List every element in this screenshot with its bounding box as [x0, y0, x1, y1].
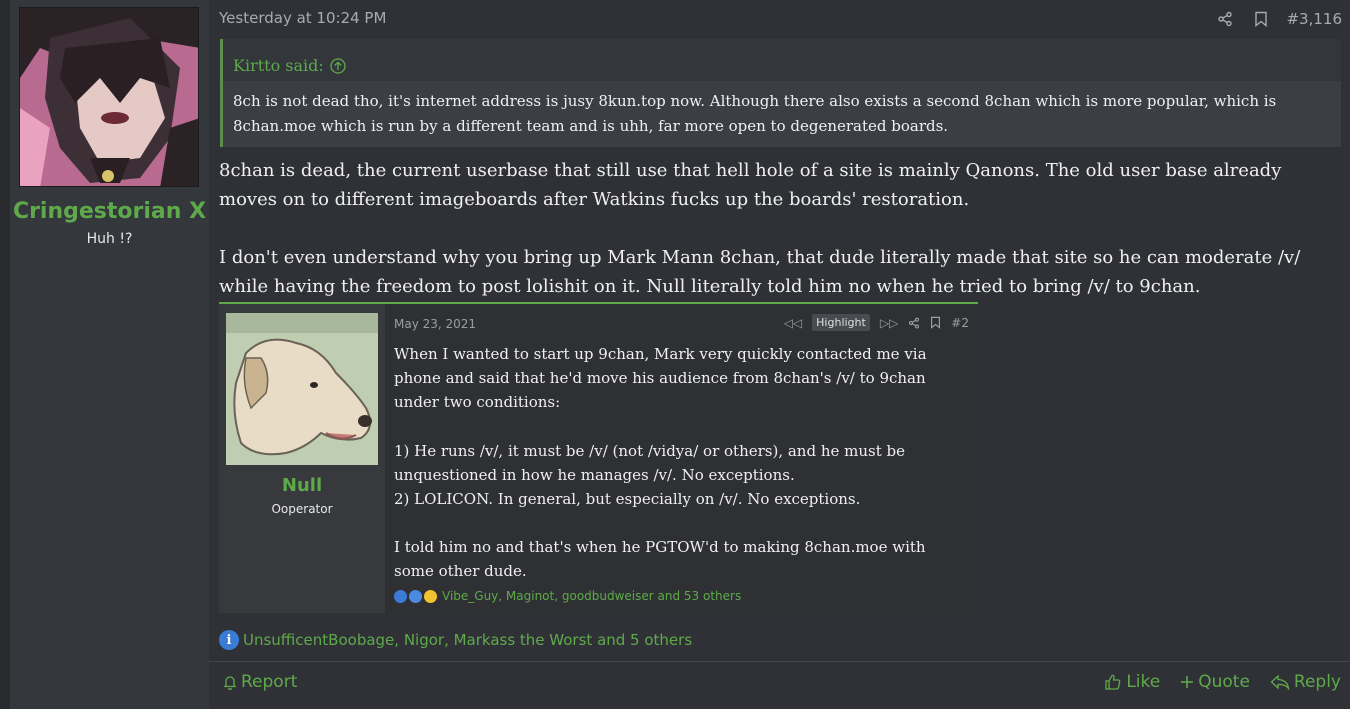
quote-text: 8ch is not dead tho, it's internet addre… [223, 81, 1341, 147]
bookmark-icon[interactable] [1250, 8, 1272, 30]
bookmark-icon [930, 316, 941, 329]
reactions-list[interactable]: UnsufficentBoobage, Nigor, Markass the W… [243, 631, 692, 649]
username[interactable]: Cringestorian X [10, 199, 209, 224]
reactions-bar: i UnsufficentBoobage, Nigor, Markass the… [219, 630, 692, 650]
thinking-reaction-icon [424, 589, 437, 603]
embedded-toolbar: ◁◁ Highlight ▷▷ #2 [784, 314, 969, 331]
embedded-post-text: When I wanted to start up 9chan, Mark ve… [394, 342, 969, 584]
thumbs-up-icon [1104, 673, 1122, 691]
bell-icon [222, 674, 238, 690]
post-number[interactable]: #3,116 [1286, 10, 1342, 28]
quote-block: Kirtto said: 8ch is not dead tho, it's i… [220, 39, 1341, 147]
highlight-badge: Highlight [812, 314, 870, 331]
share-icon [908, 317, 920, 329]
embedded-author-panel: Null Ooperator [219, 304, 385, 613]
embedded-post-number: #2 [951, 315, 969, 330]
info-reaction-icon [394, 589, 407, 603]
embedded-paragraph: 1) He runs /v/, it must be /v/ (not /vid… [394, 441, 905, 509]
post-paragraph: I don't even understand why you bring up… [219, 247, 1301, 297]
post-footer: Report Like Quote Reply [209, 661, 1350, 709]
thumbs-up-reaction-icon [409, 589, 422, 603]
embedded-avatar [226, 313, 378, 465]
embedded-reactions-text: Vibe_Guy, Maginot, goodbudweiser and 53 … [442, 589, 742, 603]
quote-attribution: Kirtto said: [223, 39, 1341, 81]
quote-author[interactable]: Kirtto said: [233, 56, 324, 75]
post-actions: Like Quote Reply [1104, 672, 1341, 692]
reply-label: Reply [1293, 672, 1341, 692]
post-author-panel: Cringestorian X Huh !? [10, 0, 209, 709]
post-timestamp[interactable]: Yesterday at 10:24 PM [219, 9, 386, 27]
post-paragraph: 8chan is dead, the current userbase that… [219, 160, 1282, 210]
reply-button[interactable]: Reply [1270, 672, 1341, 692]
embedded-post-date: May 23, 2021 [394, 317, 477, 331]
post-content: Yesterday at 10:24 PM #3,116 Kirtto said… [209, 0, 1350, 709]
arrow-up-circle-icon[interactable] [330, 57, 346, 74]
embedded-username: Null [281, 475, 323, 496]
embedded-paragraph: I told him no and that's when he PGTOW'd… [394, 538, 926, 581]
report-button[interactable]: Report [222, 672, 297, 692]
rewind-icon: ◁◁ [783, 315, 803, 330]
post-toolbar: #3,116 [1214, 8, 1342, 30]
embedded-post-body: May 23, 2021 ◁◁ Highlight ▷▷ #2 When I w… [385, 304, 978, 613]
plus-icon [1180, 675, 1194, 689]
quote-button[interactable]: Quote [1180, 672, 1250, 692]
quote-label: Quote [1198, 672, 1250, 692]
left-edge-strip [0, 0, 10, 709]
embedded-paragraph: When I wanted to start up 9chan, Mark ve… [394, 345, 927, 412]
report-label: Report [241, 672, 298, 692]
embedded-user-title: Ooperator [271, 502, 333, 516]
like-label: Like [1126, 672, 1161, 692]
avatar[interactable] [19, 7, 199, 187]
share-icon[interactable] [1214, 8, 1236, 30]
fast-forward-icon: ▷▷ [879, 315, 899, 330]
embedded-post-screenshot: Null Ooperator May 23, 2021 ◁◁ Highlight… [219, 302, 978, 613]
user-title: Huh !? [86, 231, 133, 247]
reply-arrow-icon [1270, 674, 1290, 690]
post-body: 8chan is dead, the current userbase that… [219, 157, 1334, 301]
like-button[interactable]: Like [1104, 672, 1160, 692]
embedded-reactions: Vibe_Guy, Maginot, goodbudweiser and 53 … [394, 589, 741, 603]
info-reaction-icon: i [219, 630, 239, 650]
